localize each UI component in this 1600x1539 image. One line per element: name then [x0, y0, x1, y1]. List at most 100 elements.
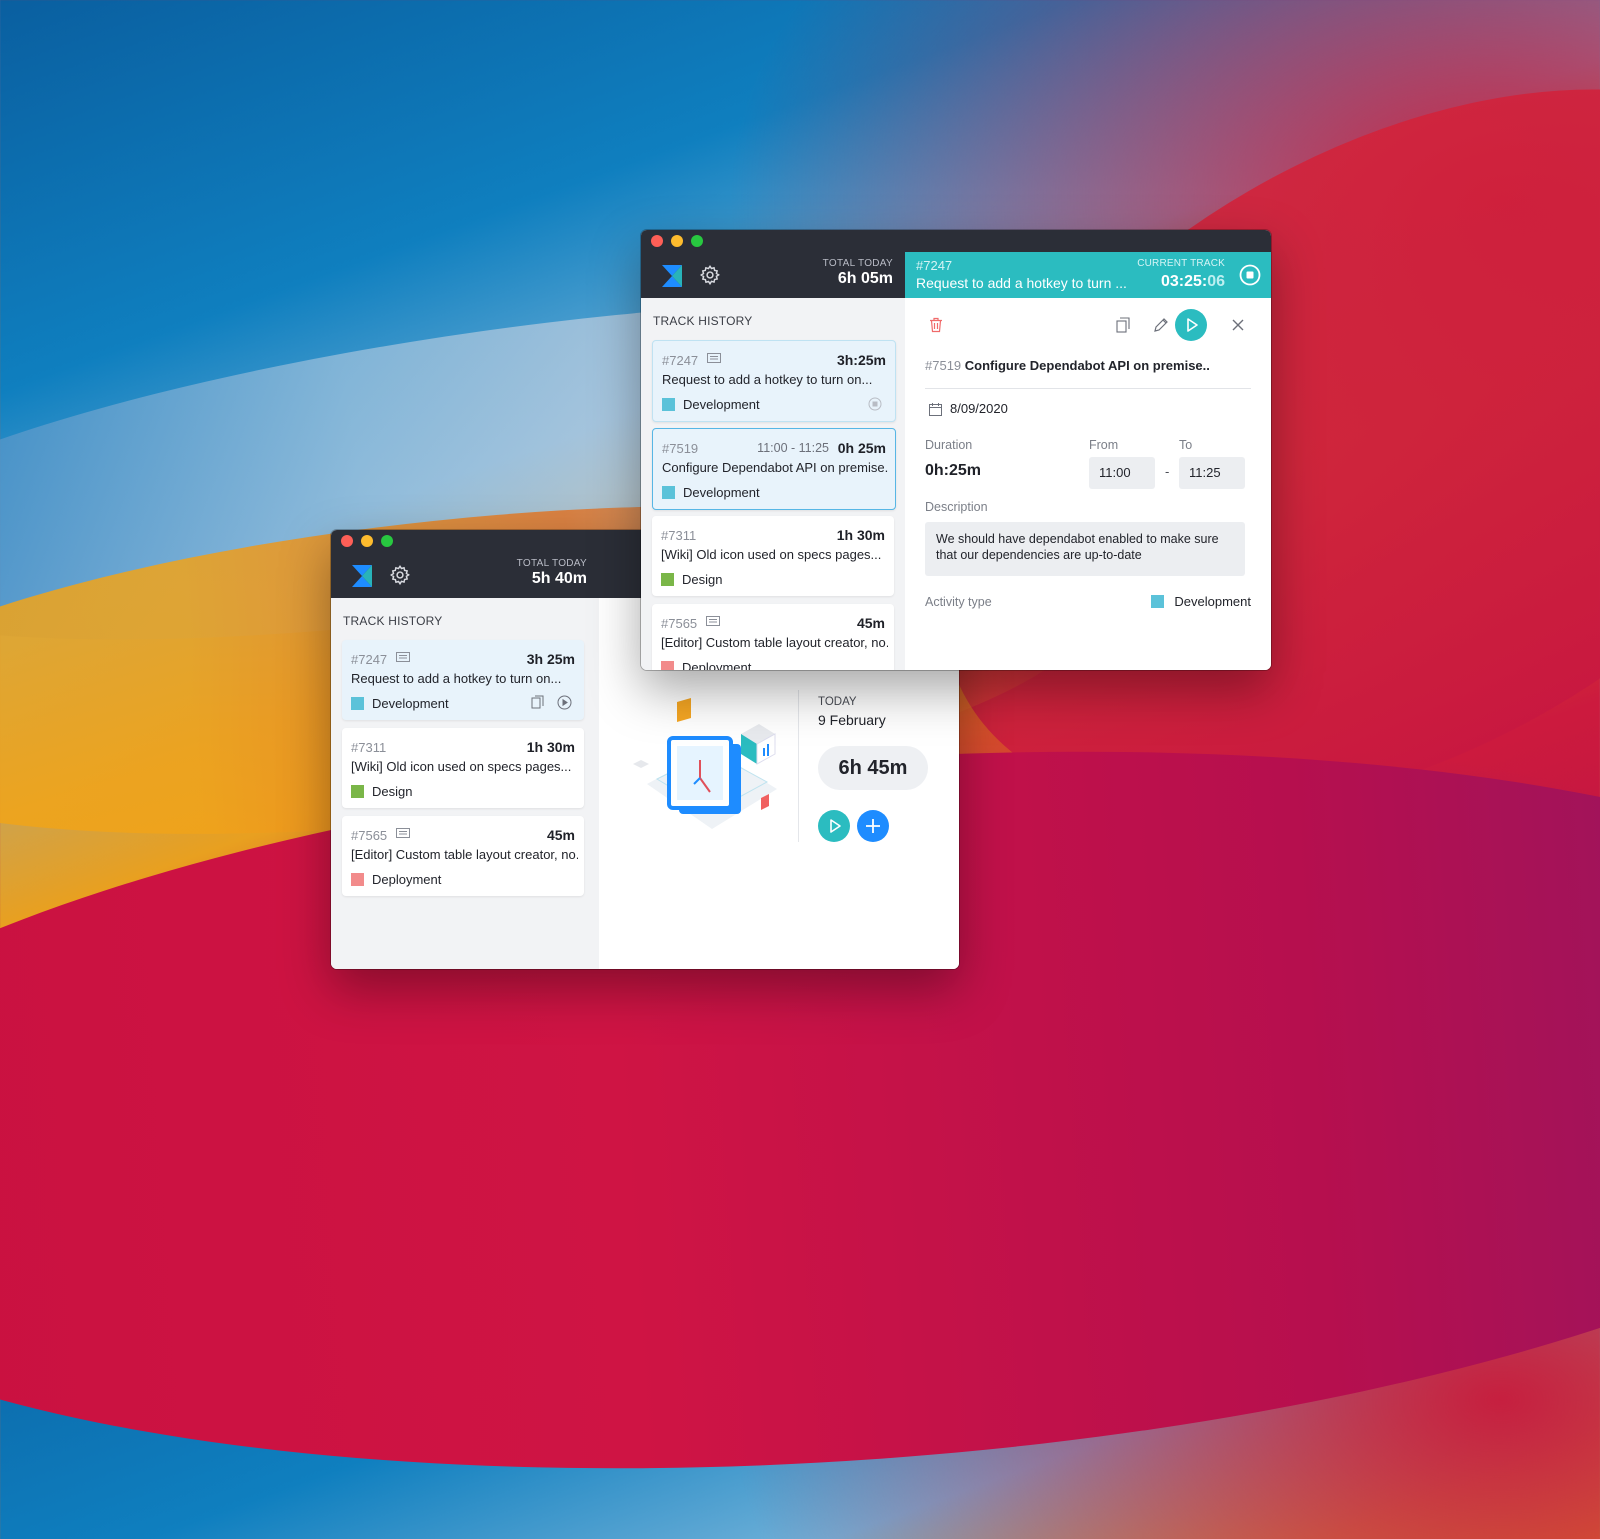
comment-icon	[396, 828, 410, 838]
track-card[interactable]: #7565 45m [Editor] Custom table layout c…	[652, 604, 894, 670]
to-time-input[interactable]: 11:25	[1179, 457, 1245, 489]
comment-icon	[396, 652, 410, 662]
track-card[interactable]: #7311 1h 30m [Wiki] Old icon used on spe…	[342, 728, 584, 808]
activity-type-select[interactable]: Development	[1151, 594, 1251, 609]
delete-trash-icon[interactable]	[929, 317, 943, 333]
current-track-title: Request to add a hotkey to turn ...	[916, 275, 1127, 291]
track-duration: 0h 25m	[837, 440, 886, 456]
today-total-pill: 6h 45m	[818, 746, 928, 790]
title-bar	[641, 230, 1271, 252]
detail-track-id: #7519	[925, 358, 962, 373]
current-track-bar[interactable]: #7247 Request to add a hotkey to turn ..…	[905, 252, 1271, 298]
track-activity-tag: Development	[662, 485, 760, 500]
activity-name: Development	[372, 696, 449, 711]
header-row: TOTAL TODAY 6h 05m #7247 Request to add …	[641, 252, 1271, 298]
track-title: [Editor] Custom table layout creator, no…	[351, 847, 578, 862]
copy-icon[interactable]	[1116, 317, 1131, 333]
detail-date[interactable]: 8/09/2020	[950, 401, 1008, 416]
track-id: #7519	[662, 441, 699, 456]
current-track-timer: 03:25:06	[1161, 273, 1225, 291]
description-textarea[interactable]: We should have dependabot enabled to mak…	[925, 522, 1245, 576]
settings-gear-icon[interactable]	[699, 264, 721, 286]
track-duration: 3h:25m	[836, 352, 886, 368]
activity-name: Design	[682, 572, 723, 587]
track-id: #7311	[661, 528, 697, 543]
track-title: Configure Dependabot API on premise...	[662, 460, 889, 475]
play-circle-icon[interactable]	[557, 695, 572, 710]
activity-type-value: Development	[1174, 594, 1251, 609]
activity-color-swatch	[1151, 595, 1165, 608]
app-header: TOTAL TODAY 6h 05m	[641, 252, 905, 298]
track-card[interactable]: #7247 3h:25m Request to add a hotkey to …	[652, 340, 896, 422]
total-today-value: 5h 40m	[531, 570, 587, 587]
edit-pencil-icon[interactable]	[1153, 317, 1169, 333]
close-window-button[interactable]	[341, 535, 353, 547]
minimize-window-button[interactable]	[671, 235, 683, 247]
track-activity-tag: Development	[351, 696, 449, 711]
close-window-button[interactable]	[651, 235, 663, 247]
activity-name: Development	[683, 485, 760, 500]
track-activity-tag: Deployment	[661, 660, 751, 670]
track-title: [Wiki] Old icon used on specs pages...	[661, 547, 882, 562]
add-track-button[interactable]	[857, 810, 889, 842]
timer-seconds: 06	[1207, 273, 1225, 290]
divider	[925, 388, 1251, 389]
track-card[interactable]: #7311 1h 30m [Wiki] Old icon used on spe…	[652, 516, 894, 596]
activity-type-label: Activity type	[925, 595, 992, 609]
total-today-label: TOTAL TODAY	[822, 258, 893, 269]
recording-indicator-icon	[868, 397, 882, 411]
vertical-divider	[798, 690, 799, 842]
track-id: #7311	[351, 740, 387, 755]
duration-value: 0h:25m	[925, 462, 982, 479]
comment-icon	[707, 353, 721, 363]
activity-color-swatch	[662, 398, 675, 411]
track-title: [Editor] Custom table layout creator, no…	[661, 635, 888, 650]
current-track-label: CURRENT TRACK	[1137, 258, 1225, 269]
duration-label: Duration	[925, 438, 973, 452]
activity-color-swatch	[661, 573, 674, 586]
copy-icon[interactable]	[531, 695, 545, 709]
track-card[interactable]: #7247 3h 25m Request to add a hotkey to …	[342, 640, 584, 720]
activity-color-swatch	[351, 697, 364, 710]
resume-track-button[interactable]	[1175, 309, 1207, 341]
activity-color-swatch	[351, 785, 364, 798]
track-activity-tag: Design	[661, 572, 722, 587]
today-label: TODAY	[818, 696, 857, 708]
track-history-title: TRACK HISTORY	[653, 314, 753, 328]
zoom-window-button[interactable]	[381, 535, 393, 547]
track-history-panel: TRACK HISTORY #7247 3h:25m Request to ad…	[641, 298, 905, 670]
clock-illustration	[633, 698, 777, 829]
detail-heading: #7519 Configure Dependabot API on premis…	[925, 358, 1251, 373]
zoom-window-button[interactable]	[691, 235, 703, 247]
close-icon[interactable]	[1231, 318, 1245, 332]
track-duration: 1h 30m	[836, 527, 885, 543]
comment-icon	[706, 616, 720, 626]
track-duration: 1h 30m	[526, 739, 575, 755]
total-today: TOTAL TODAY 6h 05m	[823, 258, 893, 288]
to-label: To	[1179, 438, 1193, 452]
total-today-label: TOTAL TODAY	[516, 558, 587, 569]
activity-color-swatch	[351, 873, 364, 886]
minimize-window-button[interactable]	[361, 535, 373, 547]
activity-name: Design	[372, 784, 413, 799]
activity-color-swatch	[661, 661, 674, 670]
calendar-icon	[929, 403, 942, 416]
track-card[interactable]: #7565 45m [Editor] Custom table layout c…	[342, 816, 584, 896]
settings-gear-icon[interactable]	[389, 564, 411, 586]
app-header: TOTAL TODAY 5h 40m	[331, 552, 599, 598]
track-title: Request to add a hotkey to turn on...	[662, 372, 873, 387]
stop-icon[interactable]	[1239, 264, 1261, 286]
track-card-selected[interactable]: #7519 11:00 - 11:25 0h 25m Configure Dep…	[652, 428, 896, 510]
from-label: From	[1089, 438, 1119, 452]
track-activity-tag: Deployment	[351, 872, 441, 887]
track-id: #7565	[351, 828, 388, 843]
track-title: [Wiki] Old icon used on specs pages...	[351, 759, 572, 774]
time-separator: -	[1165, 464, 1170, 479]
start-timer-button[interactable]	[818, 810, 850, 842]
track-duration: 45m	[856, 615, 885, 631]
track-id: #7565	[661, 616, 698, 631]
from-time-input[interactable]: 11:00	[1089, 457, 1155, 489]
activity-color-swatch	[662, 486, 675, 499]
track-history-title: TRACK HISTORY	[343, 614, 443, 628]
description-label: Description	[925, 500, 988, 514]
